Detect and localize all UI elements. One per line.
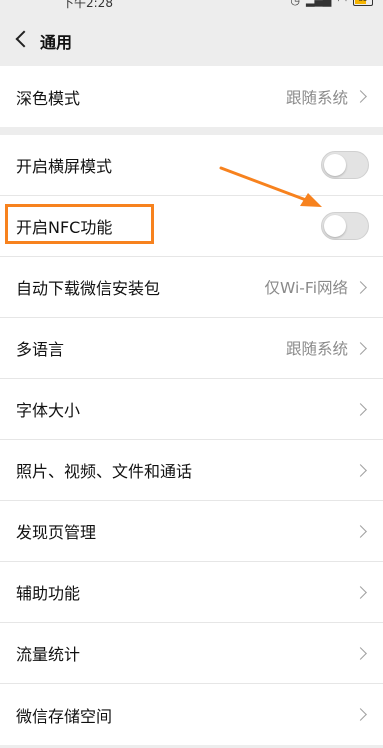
settings-group-display: 深色模式 跟随系统 [0,66,383,127]
row-label: 开启NFC功能 [16,218,113,237]
chevron-right-icon [354,585,367,599]
row-media[interactable]: 照片、视频、文件和通话 [0,440,383,501]
landscape-toggle[interactable] [321,151,369,179]
row-discover[interactable]: 发现页管理 [0,501,383,562]
row-font-size[interactable]: 字体大小 [0,379,383,440]
battery-level: 85 [354,0,372,3]
row-value: 跟随系统 [285,88,348,107]
row-label: 自动下载微信安装包 [16,279,161,298]
row-language[interactable]: 多语言 跟随系统 [0,318,383,379]
row-storage[interactable]: 微信存储空间 [0,684,383,745]
battery-icon: 85 [353,0,373,6]
row-label: 开启横屏模式 [16,157,113,176]
page-title: 通用 [40,33,73,52]
toggle-knob [324,154,346,176]
row-value: 仅Wi-Fi网络 [264,279,348,297]
row-label: 发现页管理 [16,523,97,542]
chevron-right-icon [354,402,367,416]
chevron-right-icon [354,280,367,294]
settings-group-general: 开启横屏模式 开启NFC功能 自动下载微信安装包 仅Wi-Fi网络 多语言 跟随… [0,135,383,745]
chevron-right-icon [354,463,367,477]
nav-bar: 通用 [0,10,383,68]
row-label: 微信存储空间 [16,706,113,726]
row-auto-download[interactable]: 自动下载微信安装包 仅Wi-Fi网络 [0,257,383,318]
toggle-knob [324,215,346,237]
alarm-icon: ◷ [290,0,300,7]
row-data-usage[interactable]: 流量统计 [0,623,383,684]
chevron-right-icon [354,708,367,721]
chevron-right-icon [354,524,367,538]
chevron-right-icon [354,90,367,103]
row-label: 多语言 [16,340,65,359]
status-icons: ◷ ▂▄▆ ◠ 85 [290,0,373,7]
row-label: 照片、视频、文件和通话 [16,462,193,481]
chevron-right-icon [354,341,367,355]
row-nfc[interactable]: 开启NFC功能 [0,196,383,257]
settings-screen: 下午2:28 ◷ ▂▄▆ ◠ 85 通用 深色模式 跟随系统 开启横屏模式 开启… [0,0,383,748]
row-label: 辅助功能 [16,584,81,603]
row-label: 字体大小 [16,401,81,420]
row-accessibility[interactable]: 辅助功能 [0,562,383,623]
status-bar: 下午2:28 ◷ ▂▄▆ ◠ 85 [0,0,383,10]
row-label: 深色模式 [16,88,81,108]
row-value: 跟随系统 [285,340,348,358]
nfc-toggle[interactable] [321,212,369,240]
row-label: 流量统计 [16,645,81,664]
signal-icon: ▂▄▆ [306,0,332,7]
row-dark-mode[interactable]: 深色模式 跟随系统 [0,66,383,127]
wifi-icon: ◠ [337,0,347,7]
row-landscape-mode[interactable]: 开启横屏模式 [0,135,383,196]
back-arrow-icon[interactable] [12,28,32,50]
chevron-right-icon [354,646,367,660]
